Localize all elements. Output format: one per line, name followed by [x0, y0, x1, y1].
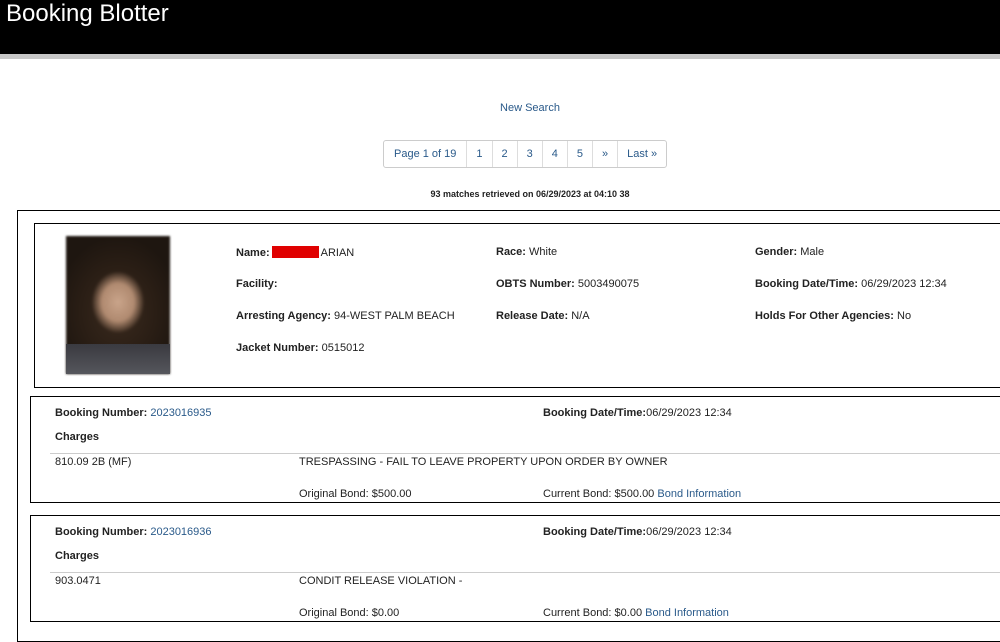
next-page-link[interactable]: »	[592, 141, 617, 167]
gender-value: Male	[800, 246, 825, 258]
header-divider	[0, 54, 1000, 59]
booking-datetime-value: 06/29/2023 12:34	[861, 278, 947, 290]
booking-datetime-label: Booking Date/Time:	[543, 526, 647, 538]
results-summary: 93 matches retrieved on 06/29/2023 at 04…	[430, 189, 630, 199]
pagination: Page 1 of 19 1 2 3 4 5 » Last »	[383, 140, 668, 168]
current-bond: Current Bond: $500.00	[543, 488, 655, 500]
booking-number-link[interactable]: 2023016936	[150, 526, 211, 538]
page-link-1[interactable]: 1	[466, 141, 491, 167]
holds-label: Holds For Other Agencies:	[755, 310, 894, 322]
original-bond: Original Bond: $0.00	[299, 607, 400, 619]
new-search-container: New Search	[0, 102, 1000, 114]
gender-field: Gender: Male	[755, 246, 824, 258]
page-link-3[interactable]: 3	[516, 141, 542, 167]
facility-label: Facility:	[236, 278, 278, 290]
original-bond: Original Bond: $500.00	[299, 488, 412, 500]
release-date-field: Release Date: N/A	[496, 310, 590, 322]
booking-datetime-label: Booking Date/Time:	[543, 407, 647, 419]
page-indicator[interactable]: Page 1 of 19	[384, 141, 466, 167]
booking-datetime-field: Booking Date/Time:06/29/2023 12:34	[543, 526, 732, 538]
redaction-bar	[271, 246, 319, 258]
name-value: ARIAN	[320, 247, 355, 259]
release-date-label: Release Date:	[496, 310, 569, 322]
bond-information-link[interactable]: Bond Information	[645, 607, 729, 619]
charges-heading: Charges	[55, 431, 100, 443]
last-page-link[interactable]: Last »	[617, 141, 666, 167]
holds-field: Holds For Other Agencies: No	[755, 310, 911, 322]
new-search-link[interactable]: New Search	[500, 102, 560, 114]
page-title: Booking Blotter	[6, 0, 169, 27]
page-header: Booking Blotter	[0, 0, 1000, 54]
charges-heading: Charges	[55, 550, 100, 562]
name-field: Name: ARIAN	[236, 246, 354, 259]
race-label: Race:	[496, 246, 526, 258]
booking-datetime-field: Booking Date/Time:06/29/2023 12:34	[543, 407, 732, 419]
charges-divider	[50, 453, 1000, 454]
facility-field: Facility:	[236, 278, 278, 290]
page-link-4[interactable]: 4	[541, 141, 567, 167]
booking-number-field: Booking Number: 2023016935	[55, 407, 212, 419]
page-link-2[interactable]: 2	[491, 141, 517, 167]
booking-number-link[interactable]: 2023016935	[150, 407, 211, 419]
booking-number-field: Booking Number: 2023016936	[55, 526, 212, 538]
jacket-number-field: Jacket Number: 0515012	[236, 342, 364, 354]
holds-value: No	[897, 310, 912, 322]
mugshot-shirt	[66, 344, 170, 374]
current-bond-field: Current Bond: $500.00 Bond Information	[543, 488, 741, 500]
arresting-agency-value: 94-WEST PALM BEACH	[334, 310, 455, 322]
race-field: Race: White	[496, 246, 557, 258]
charge-description: CONDIT RELEASE VIOLATION -	[299, 575, 463, 587]
bond-information-link[interactable]: Bond Information	[657, 488, 741, 500]
arresting-agency-label: Arresting Agency:	[236, 310, 331, 322]
name-label: Name:	[236, 247, 270, 259]
booking-number-label: Booking Number:	[55, 407, 148, 419]
booking-datetime-field: Booking Date/Time: 06/29/2023 12:34	[755, 278, 947, 290]
charge-description: TRESPASSING - FAIL TO LEAVE PROPERTY UPO…	[299, 456, 668, 468]
release-date-value: N/A	[571, 310, 590, 322]
current-bond-field: Current Bond: $0.00 Bond Information	[543, 607, 729, 619]
current-bond: Current Bond: $0.00	[543, 607, 643, 619]
obts-value: 5003490075	[577, 278, 640, 290]
jacket-number-label: Jacket Number:	[236, 342, 319, 354]
booking-datetime-label: Booking Date/Time:	[755, 278, 859, 290]
charge-statute: 810.09 2B (MF)	[55, 456, 132, 468]
obts-label: OBTS Number:	[496, 278, 575, 290]
booking-datetime-value: 06/29/2023 12:34	[646, 526, 732, 538]
arresting-agency-field: Arresting Agency: 94-WEST PALM BEACH	[236, 310, 455, 322]
race-value: White	[529, 246, 558, 258]
gender-label: Gender:	[755, 246, 798, 258]
page-link-5[interactable]: 5	[566, 141, 592, 167]
charges-divider	[50, 572, 1000, 573]
booking-datetime-value: 06/29/2023 12:34	[646, 407, 732, 419]
booking-number-label: Booking Number:	[55, 526, 148, 538]
charge-statute: 903.0471	[55, 575, 101, 587]
jacket-number-value: 0515012	[321, 342, 365, 354]
obts-field: OBTS Number: 5003490075	[496, 278, 639, 290]
